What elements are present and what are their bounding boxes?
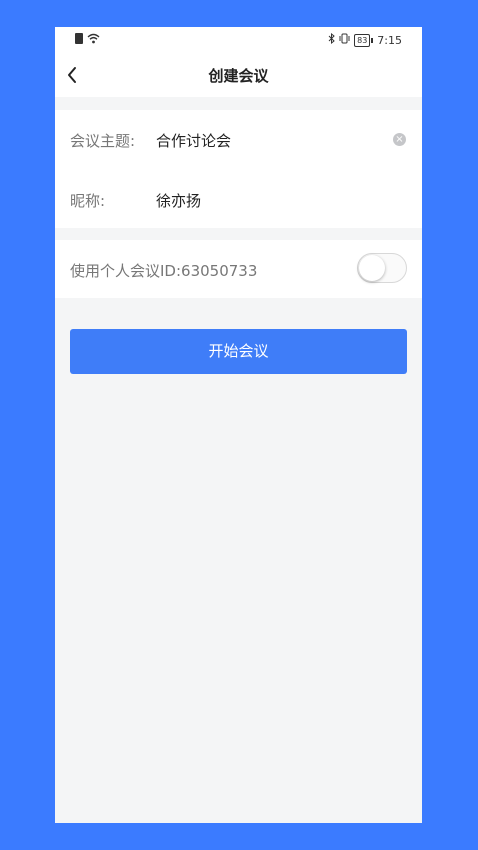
personal-id-card: 使用个人会议ID:63050733 bbox=[55, 240, 422, 298]
nickname-label: 昵称: bbox=[70, 192, 106, 210]
clear-icon[interactable]: × bbox=[393, 133, 406, 146]
vibrate-icon bbox=[339, 33, 350, 47]
topic-row: 会议主题: 合作讨论会 × bbox=[55, 110, 422, 168]
battery-tip bbox=[371, 37, 374, 43]
status-time: 7:15 bbox=[377, 33, 402, 47]
topic-input[interactable]: 合作讨论会 bbox=[156, 130, 376, 151]
page-title: 创建会议 bbox=[208, 67, 269, 85]
status-right: 83 7:15 bbox=[328, 32, 402, 47]
nickname-row: 昵称: 徐亦扬 bbox=[55, 170, 422, 228]
navigation-bar: 创建会议 bbox=[55, 53, 422, 97]
toggle-knob bbox=[359, 255, 385, 281]
sim-icon bbox=[75, 33, 83, 44]
personal-meeting-id-toggle[interactable] bbox=[357, 253, 407, 283]
battery-icon: 83 bbox=[354, 33, 371, 47]
start-meeting-button[interactable]: 开始会议 bbox=[70, 329, 407, 374]
phone-screen: 83 7:15 创建会议 会议主题: 合作讨论会 × 昵称: 徐亦扬 使用个人会… bbox=[55, 27, 422, 823]
meeting-info-card: 会议主题: 合作讨论会 × 昵称: 徐亦扬 bbox=[55, 110, 422, 228]
nickname-input[interactable]: 徐亦扬 bbox=[156, 190, 376, 211]
status-bar: 83 7:15 bbox=[55, 27, 422, 53]
personal-meeting-id-label: 使用个人会议ID:63050733 bbox=[70, 262, 258, 280]
bluetooth-icon bbox=[328, 32, 335, 47]
status-left bbox=[75, 33, 100, 44]
wifi-icon bbox=[87, 33, 100, 44]
topic-label: 会议主题: bbox=[70, 132, 136, 150]
